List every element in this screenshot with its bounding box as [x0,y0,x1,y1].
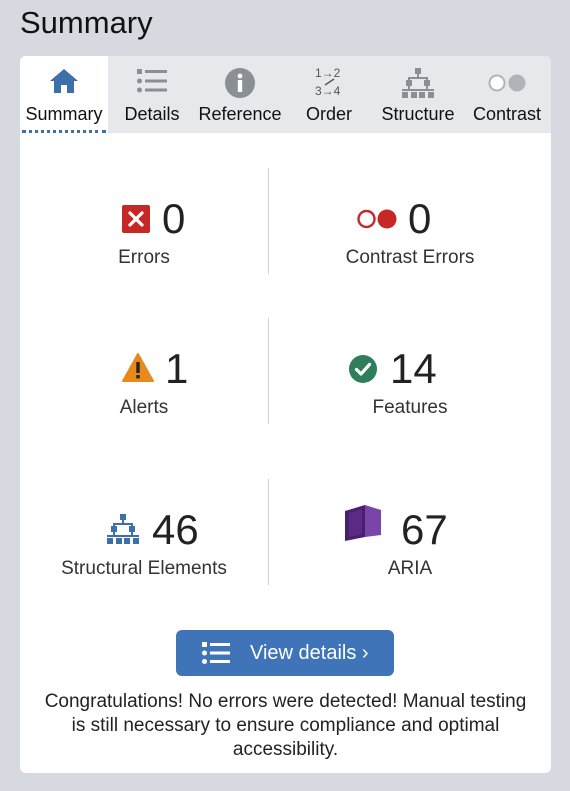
errors-label: Errors [118,247,170,268]
stat-structural-elements[interactable]: 46 Structural Elements [20,504,268,584]
list-icon [202,641,230,670]
tab-label: Details [124,104,180,124]
tab-label: Contrast [472,104,542,124]
error-icon [122,205,150,238]
order-icon-text-top: 1→2 [315,66,341,80]
stat-contrast-errors[interactable]: 0 Contrast Errors [269,193,551,273]
features-label: Features [372,397,448,418]
contrast-errors-count: 0 [408,195,432,242]
list-icon [137,68,167,99]
stat-alerts[interactable]: 1 Alerts [20,343,268,423]
alerts-label: Alerts [119,397,169,418]
view-details-button[interactable]: View details › [176,630,394,676]
contrast-icon [488,74,526,97]
tab-label: Reference [198,104,282,124]
feature-check-icon [349,355,377,388]
stat-errors[interactable]: 0 Errors [20,193,268,273]
aria-count: 67 [401,506,448,553]
structure-icon [107,514,139,549]
structure-icon [402,68,434,103]
errors-count: 0 [162,195,186,242]
tab-summary[interactable]: Summary [20,56,108,133]
tab-label: Summary [25,104,103,124]
tab-contrast[interactable]: Contrast [468,56,546,133]
aria-icon [345,505,383,546]
alerts-count: 1 [165,345,189,392]
info-icon [225,68,255,103]
structural-elements-label: Structural Elements [61,558,227,579]
order-icon: 1→2 3→4 [312,64,346,103]
aria-label: ARIA [387,558,433,579]
tab-label: Structure [381,104,455,124]
summary-panel: Summary Details Reference 1→2 3→4 Order … [20,56,551,773]
order-icon-text-bottom: 3→4 [315,84,341,98]
tab-label: Order [305,104,352,124]
view-details-label: View details › [250,642,369,664]
contrast-errors-label: Contrast Errors [345,247,475,268]
stat-aria[interactable]: 67 ARIA [269,504,551,584]
features-count: 14 [390,345,437,392]
structural-elements-count: 46 [152,506,199,553]
congratulations-message: Congratulations! No errors were detected… [44,691,527,760]
tab-details[interactable]: Details [120,56,184,133]
home-icon [49,68,79,99]
contrast-error-icon [357,209,397,234]
tab-order[interactable]: 1→2 3→4 Order [298,56,360,133]
tab-structure[interactable]: Structure [376,56,460,133]
active-tab-indicator [22,130,106,133]
page-title: Summary [20,5,153,40]
alert-icon [122,353,154,388]
tab-bar: Summary Details Reference 1→2 3→4 Order … [20,56,551,133]
stat-features[interactable]: 14 Features [269,343,551,423]
tab-reference[interactable]: Reference [196,56,284,133]
